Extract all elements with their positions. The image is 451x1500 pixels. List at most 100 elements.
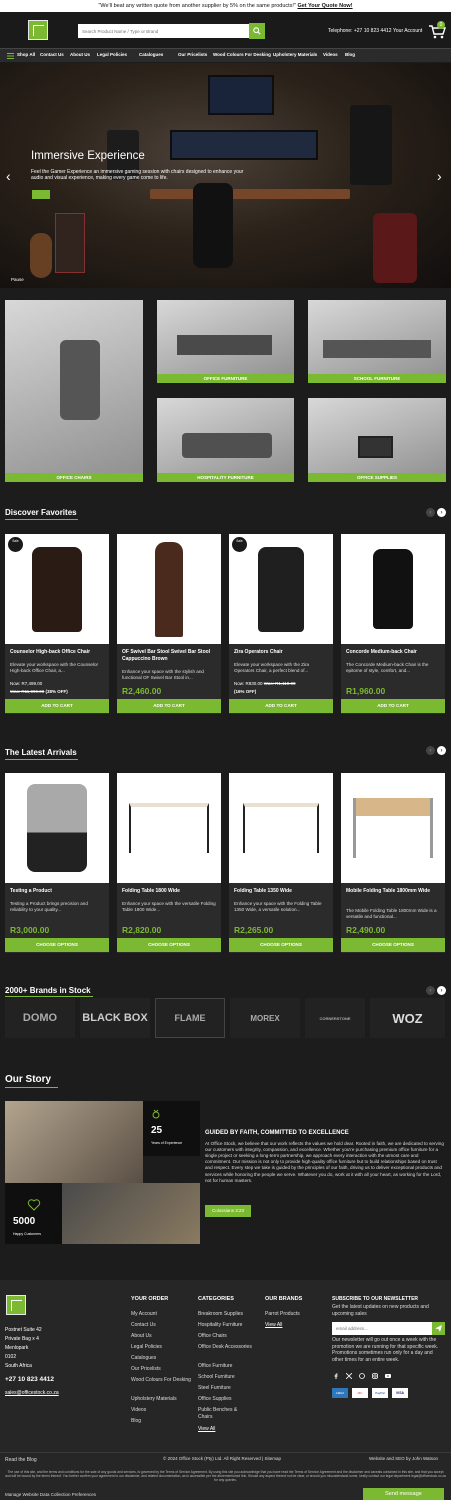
brand-logo[interactable]: WOZ xyxy=(370,998,445,1038)
hero-pause-button[interactable]: Pause xyxy=(11,277,24,282)
footer-link-wood-colours[interactable]: Wood Colours For Desking xyxy=(131,1377,191,1384)
data-preferences-link[interactable]: Manage Website Data Collection Preferenc… xyxy=(5,1492,96,1497)
footer-cat-link[interactable]: Hospitality Furniture xyxy=(198,1322,242,1328)
nav-contact-us[interactable]: Contact Us xyxy=(40,52,64,57)
nav-catalogues[interactable]: Catalogues xyxy=(139,52,163,57)
product-name[interactable]: Folding Table 1800 Wide xyxy=(122,888,218,895)
search-input[interactable] xyxy=(78,24,250,38)
product-name[interactable]: OF Swivel Bar Stool Swivel Bar Stool Cap… xyxy=(122,649,218,662)
nav-wood-colours[interactable]: Wood Colours For Desking xyxy=(213,52,271,57)
footer-cat-link[interactable]: Office Desk Accessories xyxy=(198,1344,253,1351)
add-to-cart-button[interactable]: ADD TO CART xyxy=(5,699,109,713)
product-card[interactable]: Sale Counselor High-back Office Chair El… xyxy=(5,534,109,714)
nav-pricelists[interactable]: Our Pricelists xyxy=(178,52,207,57)
footer-brand-link[interactable]: Parrot Products xyxy=(265,1311,300,1317)
footer-logo[interactable] xyxy=(6,1295,26,1315)
footer-email[interactable]: sales@officestock.co.za xyxy=(5,1390,59,1396)
arrivals-prev-button[interactable]: ‹ xyxy=(426,746,435,755)
youtube-icon[interactable] xyxy=(385,1373,391,1379)
brand-logo[interactable]: CORNERSTONE xyxy=(305,998,365,1038)
footer-phone[interactable]: +27 10 823 4412 xyxy=(5,1376,54,1383)
choose-options-button[interactable]: CHOOSE OPTIONS xyxy=(341,938,445,952)
product-name[interactable]: Counselor High-back Office Chair xyxy=(10,649,106,656)
product-card[interactable]: Folding Table 1800 Wide Enhance your spa… xyxy=(117,773,221,953)
hero-prev-arrow[interactable]: ‹ xyxy=(6,169,11,183)
newsletter-submit-button[interactable] xyxy=(432,1322,445,1335)
footer-cat-link[interactable]: Office Supplies xyxy=(198,1396,232,1402)
nav-upholstery[interactable]: Upholstery Materials xyxy=(273,52,317,57)
footer-link-about[interactable]: About Us xyxy=(131,1333,152,1339)
footer-link-catalogues[interactable]: Catalogues xyxy=(131,1355,156,1361)
account-link[interactable]: Your Account xyxy=(393,28,422,34)
footer-link-contact[interactable]: Contact Us xyxy=(131,1322,156,1328)
category-office-chairs[interactable]: OFFICE CHAIRS xyxy=(5,300,143,482)
twitter-icon[interactable] xyxy=(346,1373,352,1379)
nav-blog[interactable]: Blog xyxy=(345,52,355,57)
category-school-furniture[interactable]: SCHOOL FURNITURE xyxy=(308,300,446,383)
choose-options-button[interactable]: CHOOSE OPTIONS xyxy=(229,938,333,952)
newsletter-email-input[interactable] xyxy=(332,1322,433,1335)
choose-options-button[interactable]: CHOOSE OPTIONS xyxy=(5,938,109,952)
product-card[interactable]: Folding Table 1350 Wide Enhance your spa… xyxy=(229,773,333,953)
footer-cat-link[interactable]: Office Chairs xyxy=(198,1333,227,1339)
site-logo[interactable] xyxy=(28,20,48,40)
category-office-furniture[interactable]: OFFICE FURNITURE xyxy=(157,300,294,383)
product-name[interactable]: Concorde Medium-back Chair xyxy=(346,649,442,656)
add-to-cart-button[interactable]: ADD TO CART xyxy=(117,699,221,713)
hero-next-arrow[interactable]: › xyxy=(437,169,442,183)
product-card[interactable]: Concorde Medium-back Chair The Concorde … xyxy=(341,534,445,714)
nav-shop-all[interactable]: Shop All xyxy=(17,52,35,57)
brand-logo[interactable]: DOMO xyxy=(5,998,75,1038)
footer-cat-link[interactable]: School Furniture xyxy=(198,1374,235,1380)
brands-next-button[interactable]: › xyxy=(437,986,446,995)
cart-button[interactable]: 0 xyxy=(428,21,446,40)
facebook-icon[interactable] xyxy=(333,1373,339,1379)
footer-link-legal[interactable]: Legal Policies xyxy=(131,1344,162,1350)
product-card[interactable]: OF Swivel Bar Stool Swivel Bar Stool Cap… xyxy=(117,534,221,714)
nav-legal-policies[interactable]: Legal Policies xyxy=(97,52,127,57)
brands-prev-button[interactable]: ‹ xyxy=(426,986,435,995)
choose-options-button[interactable]: CHOOSE OPTIONS xyxy=(117,938,221,952)
footer-link-blog[interactable]: Blog xyxy=(131,1418,141,1424)
footer-link-upholstery[interactable]: Upholstery Materials xyxy=(131,1396,177,1402)
footer-cat-link[interactable]: Office Furniture xyxy=(198,1363,232,1369)
add-to-cart-button[interactable]: ADD TO CART xyxy=(341,699,445,713)
categories-view-all[interactable]: View All xyxy=(198,1426,215,1432)
footer-cat-link[interactable]: Public Benches & Chairs xyxy=(198,1407,253,1420)
footer-link-pricelists[interactable]: Our Pricelists xyxy=(131,1366,161,1372)
category-office-supplies[interactable]: OFFICE SUPPLIES xyxy=(308,398,446,482)
product-card[interactable]: Mobile Folding Table 1800mm Wide The Mob… xyxy=(341,773,445,953)
nav-videos[interactable]: Videos xyxy=(323,52,338,57)
pinterest-icon[interactable] xyxy=(359,1373,365,1379)
product-name[interactable]: Zira Operators Chair xyxy=(234,649,330,656)
nav-about-us[interactable]: About Us xyxy=(70,52,90,57)
footer-link-my-account[interactable]: My Account xyxy=(131,1311,157,1317)
product-card[interactable]: Sale Zira Operators Chair Elevate your w… xyxy=(229,534,333,714)
product-card[interactable]: Testing a Product Testing a Product brin… xyxy=(5,773,109,953)
instagram-icon[interactable] xyxy=(372,1373,378,1379)
discover-prev-button[interactable]: ‹ xyxy=(426,508,435,517)
brand-logo[interactable]: MOREX xyxy=(230,998,300,1038)
brand-logo[interactable]: BLACK BOX xyxy=(80,998,150,1038)
scripture-button[interactable]: Colossians 3:23 xyxy=(205,1205,251,1217)
category-hospitality-furniture[interactable]: HOSPITALITY FURNITURE xyxy=(157,398,294,482)
hero-cta-button[interactable] xyxy=(32,190,50,199)
product-name[interactable]: Mobile Folding Table 1800mm Wide xyxy=(346,888,442,895)
product-name[interactable]: Folding Table 1350 Wide xyxy=(234,888,330,895)
brands-view-all[interactable]: View All xyxy=(265,1322,282,1328)
quote-link[interactable]: Get Your Quote Now! xyxy=(297,3,352,9)
footer-cat-link[interactable]: Breakroom Supplies xyxy=(198,1311,243,1317)
add-to-cart-button[interactable]: ADD TO CART xyxy=(229,699,333,713)
menu-icon[interactable] xyxy=(7,53,14,59)
brand-logo[interactable]: FLAME xyxy=(155,998,225,1038)
discover-next-button[interactable]: › xyxy=(437,508,446,517)
search-button[interactable] xyxy=(249,23,265,39)
product-name[interactable]: Testing a Product xyxy=(10,888,106,895)
arrivals-next-button[interactable]: › xyxy=(437,746,446,755)
credit[interactable]: Website and SEO by John Watson xyxy=(369,1456,438,1461)
read-blog-link[interactable]: Read the Blog xyxy=(5,1457,37,1463)
telephone[interactable]: Telephone: +27 10 823 4412 xyxy=(328,28,392,34)
send-message-button[interactable]: Send message xyxy=(363,1488,444,1500)
footer-cat-link[interactable]: Steel Furniture xyxy=(198,1385,231,1391)
footer-link-videos[interactable]: Videos xyxy=(131,1407,146,1413)
